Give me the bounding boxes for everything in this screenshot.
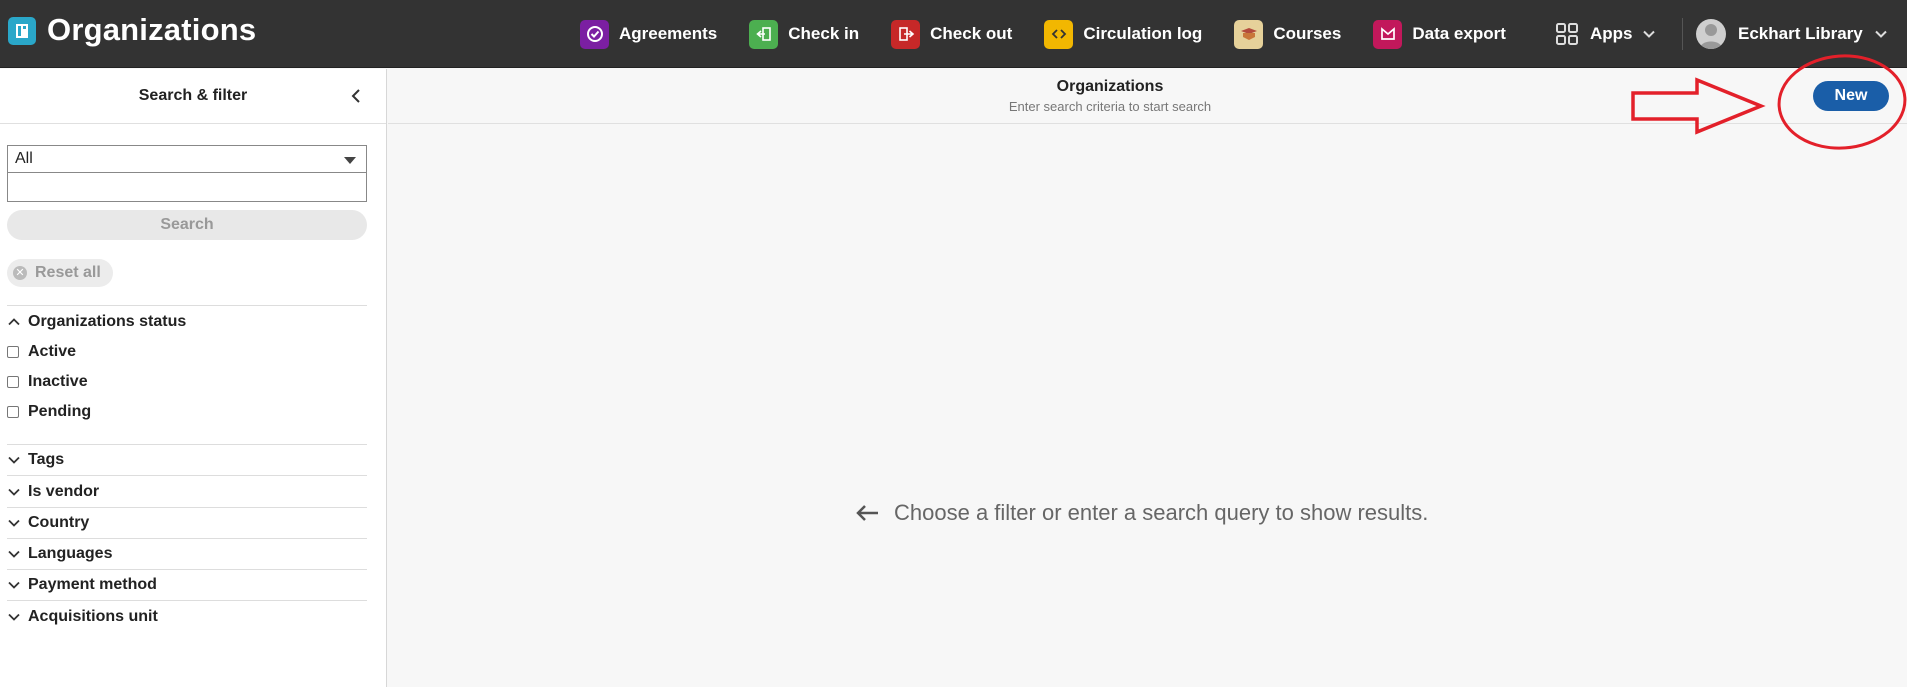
chevron-down-icon [8,456,20,464]
filter-header: Search & filter [0,69,386,124]
nav-label: Data export [1412,24,1506,43]
divider [7,507,367,508]
checkbox-label: Pending [28,403,92,420]
accordion-languages[interactable]: Languages [7,543,112,565]
apps-grid-icon [1556,23,1578,45]
accordion-label: Tags [28,451,65,468]
top-navigation-bar: Organizations Agreements Check in Check … [0,0,1907,68]
nav-check-in[interactable]: Check in [749,0,859,68]
divider [7,305,367,306]
apps-label: Apps [1590,24,1633,43]
divider [7,600,367,601]
checkbox-label: Active [28,343,77,360]
search-input[interactable] [7,173,367,202]
accordion-label: Country [28,514,90,531]
accordion-payment-method[interactable]: Payment method [7,574,157,596]
avatar [1696,19,1726,49]
chevron-down-icon [8,488,20,496]
chevron-down-icon [1642,30,1655,38]
building-icon [16,24,28,38]
nav-circulation-log[interactable]: Circulation log [1044,0,1202,68]
arrow-left-icon [856,505,878,521]
search-button[interactable]: Search [7,210,367,240]
app-title[interactable]: Organizations [47,12,256,48]
user-label: Eckhart Library [1738,24,1863,43]
user-menu-button[interactable]: Eckhart Library [1696,0,1889,68]
reset-all-button[interactable]: ✕ Reset all [7,259,113,287]
check-out-icon [891,19,921,49]
checkbox[interactable] [7,406,19,418]
nav-separator [1682,18,1683,50]
user-icon [1700,24,1722,49]
accordion-is-vendor[interactable]: Is vendor [7,481,99,503]
nav-label: Courses [1273,24,1342,43]
nav-check-out[interactable]: Check out [891,0,1012,68]
chevron-down-icon [8,550,20,558]
close-circle-icon: ✕ [13,266,27,280]
organizations-logo-icon[interactable] [8,17,36,45]
checkbox-inactive[interactable]: Inactive [7,371,88,393]
accordion-label: Payment method [28,576,157,593]
nav-data-export[interactable]: Data export [1373,0,1506,68]
accordion-acquisitions-unit[interactable]: Acquisitions unit [7,606,158,628]
results-pane-subtitle: Enter search criteria to start search [1008,99,1212,114]
filter-pane-title: Search & filter [138,87,248,104]
caret-down-icon [344,157,356,164]
accordion-organizations-status[interactable]: Organizations status [7,311,186,333]
chevron-down-icon [8,581,20,589]
accordion-tags[interactable]: Tags [7,449,64,471]
nav-courses[interactable]: Courses [1234,0,1341,68]
new-button[interactable]: New [1813,81,1889,111]
nav-label: Check in [788,24,860,43]
chevron-down-icon [1875,30,1887,38]
agreements-icon [580,19,609,49]
collapse-filter-pane-icon[interactable] [346,86,366,106]
results-header: Organizations Enter search criteria to s… [388,69,1907,124]
nav-agreements[interactable]: Agreements [580,0,717,68]
results-pane-title: Organizations [1056,78,1164,95]
divider [7,475,367,476]
search-field-select-value: All [15,150,33,167]
chevron-down-icon [8,613,20,621]
checkbox-active[interactable]: Active [7,341,76,363]
divider [7,569,367,570]
checkbox[interactable] [7,346,19,358]
divider [7,538,367,539]
nav-label: Agreements [619,24,718,43]
check-in-icon [749,19,779,49]
accordion-label: Organizations status [28,313,187,330]
empty-results-text: Choose a filter or enter a search query … [894,500,1429,525]
divider [7,444,367,445]
filter-pane: Search & filter All Search ✕ Reset all O… [0,69,387,687]
data-export-icon [1373,19,1403,49]
nav-label: Circulation log [1083,24,1203,43]
circulation-log-icon [1044,19,1074,49]
accordion-country[interactable]: Country [7,512,89,534]
accordion-label: Is vendor [28,483,100,500]
checkbox-pending[interactable]: Pending [7,401,91,423]
courses-icon [1234,19,1264,49]
accordion-label: Acquisitions unit [28,608,158,625]
app-nav: Agreements Check in Check out Circulatio… [580,0,1538,68]
results-pane: Organizations Enter search criteria to s… [388,69,1907,687]
chevron-down-icon [8,519,20,527]
checkbox-label: Inactive [28,373,88,390]
apps-menu-button[interactable]: Apps [1555,0,1657,68]
reset-all-label: Reset all [35,264,101,281]
empty-results-message: Choose a filter or enter a search query … [854,500,1428,526]
nav-label: Check out [930,24,1013,43]
accordion-label: Languages [28,545,113,562]
chevron-up-icon [8,318,20,326]
checkbox[interactable] [7,376,19,388]
search-field-select[interactable]: All [7,145,367,173]
